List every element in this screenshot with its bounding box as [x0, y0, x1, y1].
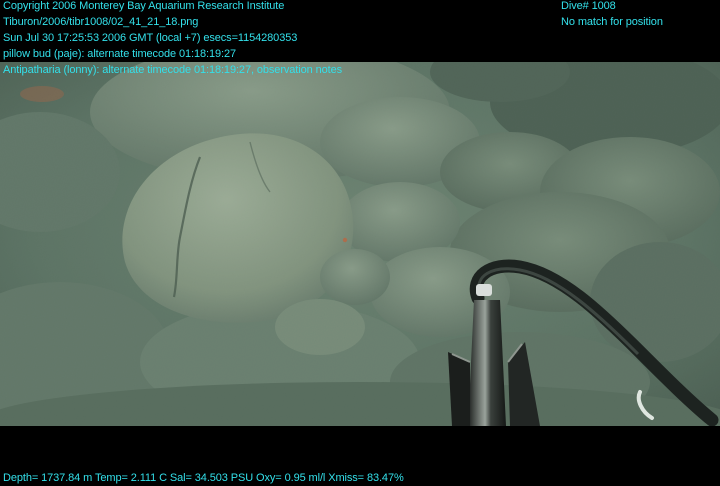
- rov-pipe: [468, 300, 506, 426]
- datetime-text: Sun Jul 30 17:25:53 2006 GMT (local +7) …: [3, 32, 298, 44]
- seafloor-scene: [0, 62, 720, 426]
- position-text: No match for position: [561, 16, 663, 28]
- dive-number-text: Dive# 1008: [561, 0, 616, 12]
- telemetry-text: Depth= 1737.84 m Temp= 2.111 C Sal= 34.5…: [3, 472, 404, 484]
- texture-grain: [0, 62, 720, 426]
- annotation-text-2: Antipatharia (lonny): alternate timecode…: [3, 64, 343, 76]
- video-frame: Copyright 2006 Monterey Bay Aquarium Res…: [0, 0, 720, 486]
- file-path-text: Tiburon/2006/tibr1008/02_41_21_18.png: [3, 16, 199, 28]
- hose-clamp: [476, 284, 492, 296]
- copyright-text: Copyright 2006 Monterey Bay Aquarium Res…: [3, 0, 285, 12]
- annotation-text-1: pillow bud (paje): alternate timecode 01…: [3, 48, 236, 60]
